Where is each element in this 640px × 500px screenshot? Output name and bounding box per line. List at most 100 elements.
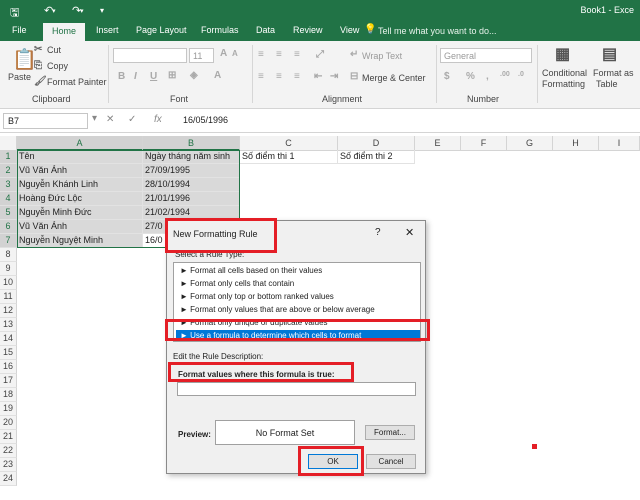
accounting-format-icon[interactable]: $ (444, 71, 450, 82)
cut-icon[interactable]: ✂ (34, 44, 42, 55)
borders-icon[interactable]: ⊞ (168, 70, 176, 81)
row-header-22[interactable]: 22 (0, 444, 17, 458)
bold-button[interactable]: B (118, 71, 125, 82)
align-right-icon[interactable]: ≡ (294, 71, 300, 82)
font-name-box[interactable] (113, 48, 187, 63)
row-header-24[interactable]: 24 (0, 472, 17, 486)
name-box[interactable]: B7 (3, 113, 88, 129)
row-header-15[interactable]: 15 (0, 346, 17, 360)
tab-review[interactable]: Review (293, 25, 323, 35)
select-all-corner[interactable] (0, 136, 17, 151)
tab-home[interactable]: Home (43, 23, 86, 41)
column-header-c[interactable]: C (240, 136, 338, 151)
cell-d1[interactable]: Số điểm thi 2 (338, 150, 415, 164)
tab-file[interactable]: File (12, 25, 27, 35)
row-header-7[interactable]: 7 (0, 234, 17, 248)
format-as-table-icon[interactable]: ▤ (602, 44, 617, 64)
conditional-formatting-icon[interactable]: ▦ (555, 44, 570, 64)
row-header-19[interactable]: 19 (0, 402, 17, 416)
tab-formulas[interactable]: Formulas (201, 25, 239, 35)
format-as-table-label-1[interactable]: Format as (593, 68, 634, 78)
tab-data[interactable]: Data (256, 25, 275, 35)
column-header-e[interactable]: E (415, 136, 461, 151)
row-header-14[interactable]: 14 (0, 332, 17, 346)
align-left-icon[interactable]: ≡ (258, 71, 264, 82)
decrease-font-icon[interactable]: A (232, 49, 238, 58)
increase-decimal-icon[interactable]: .00 (500, 71, 510, 78)
row-header-12[interactable]: 12 (0, 304, 17, 318)
row-header-10[interactable]: 10 (0, 276, 17, 290)
fill-color-icon[interactable]: ◈ (190, 70, 198, 81)
formula-input-field[interactable] (177, 382, 416, 396)
rule-type-item[interactable]: ► Format only top or bottom ranked value… (176, 291, 420, 303)
customize-toolbar-icon[interactable]: ▾ (100, 6, 104, 15)
align-top-icon[interactable]: ≡ (258, 49, 264, 60)
rule-type-item[interactable]: ► Format only values that are above or b… (176, 304, 420, 316)
row-header-9[interactable]: 9 (0, 262, 17, 276)
number-format-box[interactable]: General (440, 48, 532, 63)
italic-button[interactable]: I (134, 71, 137, 82)
increase-indent-icon[interactable]: ⇥ (330, 71, 338, 82)
underline-button[interactable]: U (150, 71, 157, 82)
merge-center-icon[interactable]: ⊟ (350, 71, 358, 82)
row-header-5[interactable]: 5 (0, 206, 17, 220)
merge-center-button[interactable]: Merge & Center (362, 73, 426, 83)
format-as-table-label-2[interactable]: Table (596, 79, 618, 89)
rule-type-item[interactable]: ► Format all cells based on their values (176, 265, 420, 277)
confirm-entry-icon[interactable]: ✓ (128, 114, 136, 125)
row-header-8[interactable]: 8 (0, 248, 17, 262)
format-painter-icon[interactable]: 🖌 (34, 76, 47, 87)
tell-me-search[interactable]: Tell me what you want to do... (378, 26, 497, 36)
rule-type-item[interactable]: ► Format only cells that contain (176, 278, 420, 290)
copy-icon[interactable]: ⎘ (34, 60, 42, 71)
row-header-16[interactable]: 16 (0, 360, 17, 374)
column-header-g[interactable]: G (507, 136, 553, 151)
cancel-button[interactable]: Cancel (366, 454, 416, 469)
decrease-indent-icon[interactable]: ⇤ (314, 71, 322, 82)
cell-c1[interactable]: Số điểm thi 1 (240, 150, 338, 164)
row-header-11[interactable]: 11 (0, 290, 17, 304)
row-header-21[interactable]: 21 (0, 430, 17, 444)
column-header-b[interactable]: B (143, 136, 240, 151)
format-painter-button[interactable]: Format Painter (47, 77, 107, 87)
increase-font-icon[interactable]: A (220, 48, 227, 59)
row-header-2[interactable]: 2 (0, 164, 17, 178)
row-header-4[interactable]: 4 (0, 192, 17, 206)
conditional-formatting-label-2[interactable]: Formatting (542, 79, 585, 89)
align-bottom-icon[interactable]: ≡ (294, 49, 300, 60)
tab-page-layout[interactable]: Page Layout (136, 25, 187, 35)
insert-function-icon[interactable]: fx (154, 114, 162, 125)
row-header-20[interactable]: 20 (0, 416, 17, 430)
conditional-formatting-label-1[interactable]: Conditional (542, 68, 587, 78)
row-header-6[interactable]: 6 (0, 220, 17, 234)
tab-view[interactable]: View (340, 25, 359, 35)
name-box-dropdown-icon[interactable]: ▾ (92, 113, 97, 124)
wrap-text-button[interactable]: Wrap Text (362, 51, 402, 61)
column-header-a[interactable]: A (17, 136, 143, 151)
cancel-entry-icon[interactable]: ✕ (106, 114, 114, 125)
wrap-text-icon[interactable]: ↵ (350, 49, 358, 60)
font-color-icon[interactable]: A (214, 70, 221, 81)
redo-dropdown-icon[interactable]: ▾ (80, 7, 84, 15)
decrease-decimal-icon[interactable]: .0 (518, 71, 524, 78)
formula-input[interactable]: 16/05/1996 (183, 115, 228, 125)
column-header-h[interactable]: H (553, 136, 599, 151)
cut-button[interactable]: Cut (47, 45, 61, 55)
font-size-box[interactable]: 11 (189, 48, 214, 63)
tab-insert[interactable]: Insert (96, 25, 119, 35)
undo-dropdown-icon[interactable]: ▾ (52, 7, 56, 15)
orientation-icon[interactable]: ⤢ (316, 49, 324, 60)
row-header-3[interactable]: 3 (0, 178, 17, 192)
column-header-f[interactable]: F (461, 136, 507, 151)
close-icon[interactable]: ✕ (405, 226, 414, 239)
save-icon[interactable]: 🖫 (10, 4, 19, 23)
row-header-23[interactable]: 23 (0, 458, 17, 472)
paste-button[interactable]: Paste (8, 72, 31, 82)
help-icon[interactable]: ? (375, 227, 381, 238)
copy-button[interactable]: Copy (47, 61, 68, 71)
format-button[interactable]: Format... (365, 425, 415, 440)
column-header-d[interactable]: D (338, 136, 415, 151)
comma-style-icon[interactable]: , (486, 71, 489, 82)
row-header-18[interactable]: 18 (0, 388, 17, 402)
align-middle-icon[interactable]: ≡ (276, 49, 282, 60)
